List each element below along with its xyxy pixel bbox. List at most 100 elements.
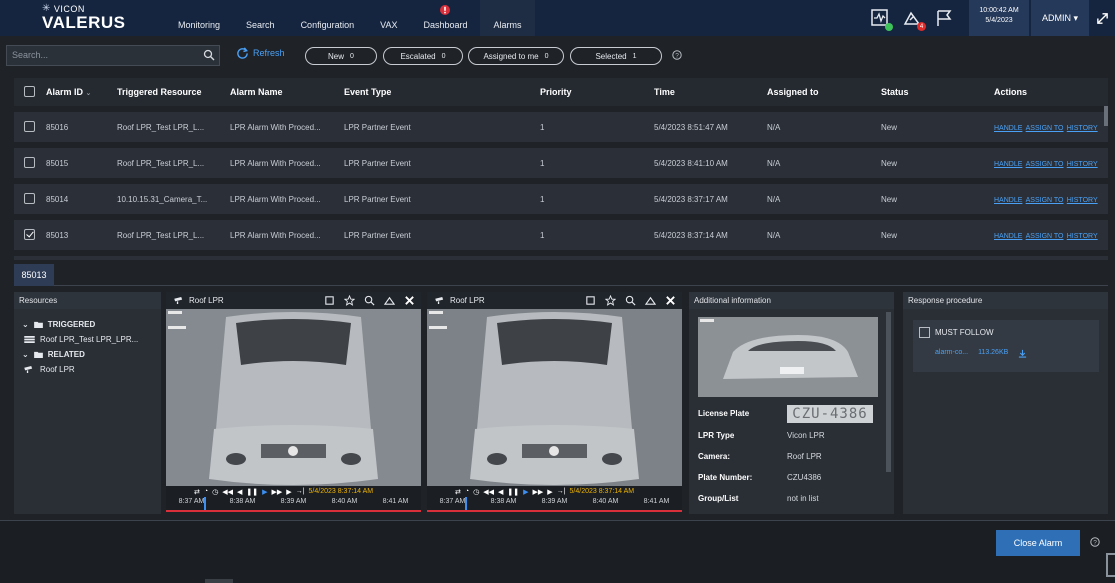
play-icon[interactable]: ▶ <box>523 488 528 496</box>
nav-dashboard[interactable]: Dashboard <box>410 0 480 36</box>
must-follow-checkbox[interactable] <box>919 327 930 338</box>
go-live-icon[interactable]: →| <box>557 488 566 495</box>
filter-escalated[interactable]: Escalated 0 <box>383 47 463 65</box>
assign-to-link[interactable]: ASSIGN TO <box>1026 233 1064 240</box>
expand-icon[interactable] <box>1089 0 1115 36</box>
clock-icon[interactable]: ◷ <box>212 488 218 496</box>
step-back-icon[interactable]: ◀ <box>237 488 242 496</box>
step-forward-icon[interactable]: ▶ <box>547 488 552 496</box>
clock-icon[interactable]: ◷ <box>473 488 479 496</box>
go-live-icon[interactable]: →| <box>296 488 305 495</box>
play-icon[interactable]: ▶ <box>262 488 267 496</box>
footer-bar: Close Alarm ? <box>0 520 1115 583</box>
nav-alarms[interactable]: Alarms <box>480 0 535 36</box>
side-panel-toggle-icon[interactable] <box>1106 553 1115 577</box>
close-icon[interactable] <box>404 295 415 306</box>
col-time[interactable]: Time <box>654 87 675 97</box>
handle-link[interactable]: HANDLE <box>994 197 1022 204</box>
select-all-checkbox[interactable] <box>24 86 35 97</box>
assign-to-link[interactable]: ASSIGN TO <box>1026 125 1064 132</box>
col-event-type[interactable]: Event Type <box>344 87 391 97</box>
camera-video[interactable] <box>427 309 682 486</box>
close-alarm-button[interactable]: Close Alarm <box>996 530 1080 556</box>
help-icon[interactable]: ? <box>1090 537 1100 547</box>
assign-to-link[interactable]: ASSIGN TO <box>1026 161 1064 168</box>
row-checkbox[interactable] <box>24 157 35 168</box>
step-forward-icon[interactable]: ▶ <box>286 488 291 496</box>
tab-alarm-detail[interactable]: 85013 <box>14 264 54 286</box>
pause-icon[interactable]: ❚❚ <box>246 488 258 496</box>
history-link[interactable]: HISTORY <box>1067 125 1098 132</box>
filter-assigned-to-me[interactable]: Assigned to me 0 <box>468 47 564 65</box>
step-back-icon[interactable]: ◀ <box>498 488 503 496</box>
system-health-icon[interactable] <box>869 7 893 31</box>
col-status[interactable]: Status <box>881 87 909 97</box>
repeat-icon[interactable]: ⇄ <box>194 488 200 496</box>
refresh-button[interactable]: Refresh <box>236 46 285 59</box>
star-icon[interactable] <box>605 295 616 306</box>
tree-related-item[interactable]: Roof LPR <box>14 362 161 377</box>
download-icon[interactable] <box>1018 349 1027 358</box>
col-priority[interactable]: Priority <box>540 87 572 97</box>
col-alarm-name[interactable]: Alarm Name <box>230 87 283 97</box>
row-checkbox[interactable] <box>24 193 35 204</box>
tree-triggered-item[interactable]: Roof LPR_Test LPR_LPR... <box>14 332 161 347</box>
flag-icon[interactable] <box>933 7 955 29</box>
notifications-icon[interactable]: 4 <box>901 7 926 31</box>
speed-icon[interactable]: ◔ <box>465 488 469 495</box>
table-row[interactable]: 85016 Roof LPR_Test LPR_L... LPR Alarm W… <box>14 112 1108 142</box>
rewind-icon[interactable]: ◀◀ <box>222 488 233 496</box>
ptz-icon[interactable] <box>645 295 656 306</box>
zoom-icon[interactable] <box>364 295 375 306</box>
nav-configuration[interactable]: Configuration <box>288 0 368 36</box>
history-link[interactable]: HISTORY <box>1067 197 1098 204</box>
help-icon[interactable]: ? <box>672 50 682 60</box>
row-checkbox[interactable] <box>24 121 35 132</box>
table-row[interactable]: 85013 Roof LPR_Test LPR_L... LPR Alarm W… <box>14 220 1108 250</box>
tree-related[interactable]: ⌄ RELATED <box>14 347 161 362</box>
close-icon[interactable] <box>665 295 676 306</box>
table-scrollbar[interactable] <box>1104 106 1108 126</box>
star-icon[interactable] <box>344 295 355 306</box>
attachment-link[interactable]: alarm-co... 113.26KB <box>935 349 1027 358</box>
fast-forward-icon[interactable]: ▶▶ <box>533 488 544 496</box>
zoom-icon[interactable] <box>625 295 636 306</box>
table-row[interactable]: 85015 Roof LPR_Test LPR_L... LPR Alarm W… <box>14 148 1108 178</box>
speed-icon[interactable]: ◔ <box>204 488 208 495</box>
rewind-icon[interactable]: ◀◀ <box>483 488 494 496</box>
filter-selected[interactable]: Selected 1 <box>570 47 662 65</box>
col-assigned-to[interactable]: Assigned to <box>767 87 819 97</box>
nav-search[interactable]: Search <box>233 0 288 36</box>
col-alarm-id[interactable]: Alarm ID ⌄ <box>46 87 91 97</box>
timeline-playhead[interactable] <box>204 497 206 510</box>
timeline-playhead[interactable] <box>465 497 467 510</box>
snapshot-icon[interactable] <box>324 295 335 306</box>
fast-forward-icon[interactable]: ▶▶ <box>272 488 283 496</box>
pause-icon[interactable]: ❚❚ <box>507 488 519 496</box>
snapshot-icon[interactable] <box>585 295 596 306</box>
table-row[interactable]: 85014 10.10.15.31_Camera_T... LPR Alarm … <box>14 184 1108 214</box>
row-checkbox-checked[interactable] <box>24 229 35 240</box>
repeat-icon[interactable]: ⇄ <box>455 488 461 496</box>
history-link[interactable]: HISTORY <box>1067 233 1098 240</box>
tree-triggered[interactable]: ⌄ TRIGGERED <box>14 317 161 332</box>
col-triggered-resource[interactable]: Triggered Resource <box>117 87 202 97</box>
handle-link[interactable]: HANDLE <box>994 233 1022 240</box>
nav-monitoring[interactable]: Monitoring <box>165 0 233 36</box>
search-placeholder: Search... <box>12 50 49 60</box>
handle-link[interactable]: HANDLE <box>994 125 1022 132</box>
info-scrollbar[interactable] <box>886 312 891 472</box>
ptz-icon[interactable] <box>384 295 395 306</box>
cell-status: New <box>881 123 898 132</box>
video-controls: ⇄ ◔ ◷ ◀◀ ◀ ❚❚ ▶ ▶▶ ▶ →| 5/4/2023 8:37:14… <box>166 486 421 512</box>
handle-link[interactable]: HANDLE <box>994 161 1022 168</box>
search-input[interactable]: Search... <box>6 45 220 66</box>
camera-tile-1[interactable]: Roof LPR ⇄ ◔ ◷ ◀◀ ◀ ❚❚ ▶ ▶▶ ▶ →| 5/4/202… <box>166 292 421 512</box>
camera-tile-2[interactable]: Roof LPR ⇄ ◔ ◷ ◀◀ ◀ ❚❚ ▶ ▶▶ ▶ →| 5/4/202… <box>427 292 682 512</box>
camera-video[interactable] <box>166 309 421 486</box>
nav-vax[interactable]: VAX <box>367 0 410 36</box>
user-menu[interactable]: ADMIN ▾ <box>1031 0 1089 36</box>
filter-new[interactable]: New 0 <box>305 47 377 65</box>
assign-to-link[interactable]: ASSIGN TO <box>1026 197 1064 204</box>
history-link[interactable]: HISTORY <box>1067 161 1098 168</box>
